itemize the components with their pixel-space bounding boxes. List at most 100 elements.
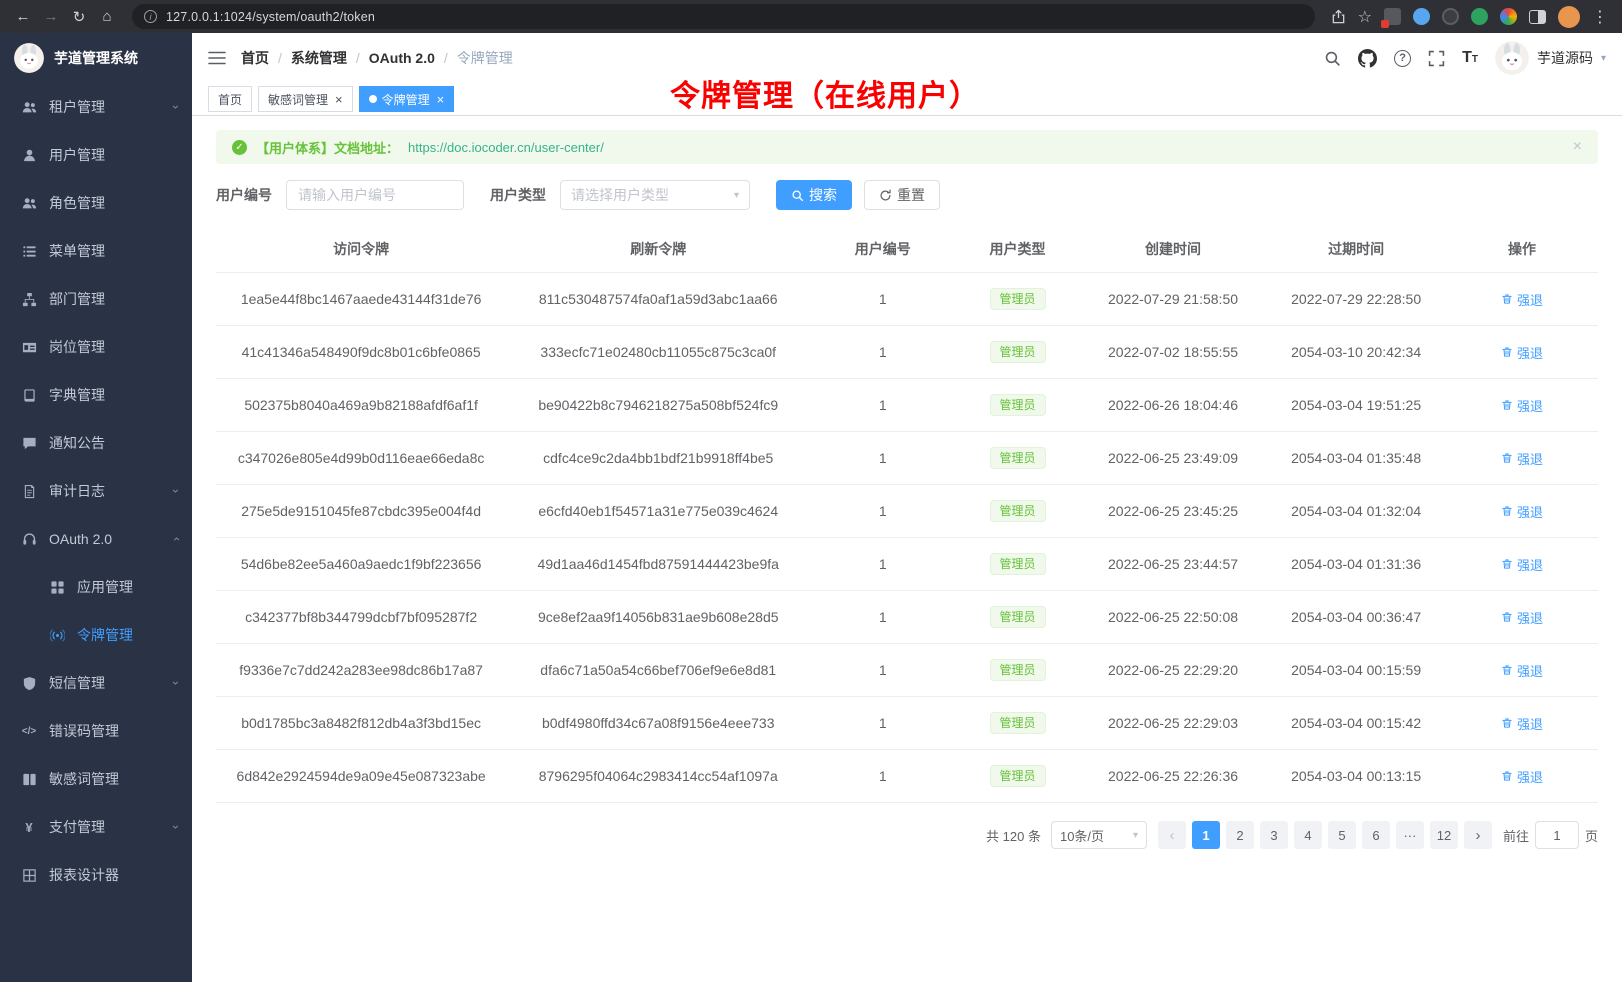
force-logout-button[interactable]: 强退 <box>1501 290 1543 309</box>
page-size-select[interactable]: 10条/页 ▾ <box>1051 821 1147 849</box>
force-logout-button[interactable]: 强退 <box>1501 767 1543 786</box>
extension-icon[interactable] <box>1413 8 1430 25</box>
breadcrumb-item[interactable]: OAuth 2.0 <box>369 50 435 66</box>
sidebar-item-label: OAuth 2.0 <box>49 531 163 547</box>
sidebar-item-report[interactable]: 报表设计器 <box>0 851 192 899</box>
tokens-table: 访问令牌刷新令牌用户编号用户类型创建时间过期时间操作 1ea5e44f8bc14… <box>216 226 1598 803</box>
doc-link[interactable]: https://doc.iocoder.cn/user-center/ <box>408 140 604 155</box>
force-logout-button[interactable]: 强退 <box>1501 661 1543 680</box>
create-time-cell: 2022-07-02 18:55:55 <box>1080 326 1267 379</box>
sidebar-item-user[interactable]: 用户管理 <box>0 131 192 179</box>
sidebar-item-oauth2[interactable]: OAuth 2.0› <box>0 515 192 563</box>
browser-reload-button[interactable]: ↻ <box>66 4 92 30</box>
create-time-cell: 2022-06-25 23:49:09 <box>1080 432 1267 485</box>
browser-home-button[interactable]: ⌂ <box>94 4 120 30</box>
page-button[interactable]: 4 <box>1294 821 1322 849</box>
site-info-icon[interactable]: i <box>144 10 157 23</box>
column-header: 用户编号 <box>810 226 955 273</box>
sidebar-item-pay[interactable]: ¥支付管理› <box>0 803 192 851</box>
close-icon[interactable]: × <box>437 93 445 106</box>
tab-1[interactable]: 敏感词管理× <box>258 86 353 112</box>
sidebar-item-oauth2-app[interactable]: 应用管理 <box>0 563 192 611</box>
sidebar-item-notice[interactable]: 通知公告 <box>0 419 192 467</box>
next-page-button[interactable]: › <box>1464 821 1492 849</box>
alert-close-icon[interactable]: × <box>1573 138 1582 156</box>
force-logout-button[interactable]: 强退 <box>1501 555 1543 574</box>
force-logout-button[interactable]: 强退 <box>1501 502 1543 521</box>
page-button[interactable]: 1 <box>1192 821 1220 849</box>
delete-icon <box>1501 717 1513 729</box>
user-type-cell: 管理员 <box>955 591 1079 644</box>
fullscreen-icon[interactable] <box>1428 50 1445 67</box>
book-icon <box>20 388 38 403</box>
sidebar-item-role[interactable]: 角色管理 <box>0 179 192 227</box>
goto-page-input[interactable] <box>1535 821 1579 849</box>
github-icon[interactable] <box>1358 49 1377 68</box>
extension-icon[interactable] <box>1500 8 1517 25</box>
font-size-icon[interactable]: TT <box>1462 49 1478 67</box>
user-type-badge: 管理员 <box>990 659 1046 681</box>
page-button[interactable]: 12 <box>1430 821 1458 849</box>
page-button[interactable]: 3 <box>1260 821 1288 849</box>
browser-profile-avatar[interactable] <box>1558 6 1580 28</box>
extension-icon[interactable] <box>1384 8 1401 25</box>
caret-down-icon: ▾ <box>1601 53 1606 64</box>
sidebar-item-oauth2-token[interactable]: 令牌管理 <box>0 611 192 659</box>
sidebar-item-menu[interactable]: 菜单管理 <box>0 227 192 275</box>
tab-0[interactable]: 首页 <box>208 86 252 112</box>
page-button[interactable]: 6 <box>1362 821 1390 849</box>
breadcrumb-item[interactable]: 系统管理 <box>291 48 347 68</box>
user-id-input[interactable] <box>286 180 464 210</box>
search-button[interactable]: 搜索 <box>776 180 852 210</box>
search-icon[interactable] <box>1324 50 1341 67</box>
browser-menu-icon[interactable]: ⋮ <box>1592 7 1608 27</box>
sidebar-item-sms[interactable]: 短信管理› <box>0 659 192 707</box>
breadcrumb-item[interactable]: 首页 <box>241 48 269 68</box>
sidebar-item-tenant[interactable]: 租户管理› <box>0 83 192 131</box>
create-time-cell: 2022-06-25 22:29:03 <box>1080 697 1267 750</box>
close-icon[interactable]: × <box>335 93 343 106</box>
success-check-icon: ✓ <box>232 140 247 155</box>
extension-icon[interactable] <box>1471 8 1488 25</box>
user-id-cell: 1 <box>810 432 955 485</box>
force-logout-button[interactable]: 强退 <box>1501 608 1543 627</box>
split-screen-icon[interactable] <box>1529 10 1546 24</box>
breadcrumb-separator: / <box>444 50 448 66</box>
chevron-down-icon: › <box>170 681 182 685</box>
force-logout-button[interactable]: 强退 <box>1501 714 1543 733</box>
user-type-select[interactable]: 请选择用户类型 ▾ <box>560 180 750 210</box>
user-menu[interactable]: 芋道源码 ▾ <box>1495 41 1606 75</box>
extension-icon[interactable] <box>1442 8 1459 25</box>
force-logout-button[interactable]: 强退 <box>1501 343 1543 362</box>
user-type-badge: 管理员 <box>990 288 1046 310</box>
sidebar-item-audit-log[interactable]: 审计日志› <box>0 467 192 515</box>
column-header: 用户类型 <box>955 226 1079 273</box>
sidebar-item-error-code[interactable]: </>错误码管理 <box>0 707 192 755</box>
help-icon[interactable]: ? <box>1394 50 1411 67</box>
sidebar-item-label: 菜单管理 <box>49 241 178 261</box>
force-logout-button[interactable]: 强退 <box>1501 396 1543 415</box>
browser-back-button[interactable]: ← <box>10 4 36 30</box>
sidebar-fold-icon[interactable] <box>208 50 226 66</box>
sidebar-item-sensitive-word[interactable]: 敏感词管理 <box>0 755 192 803</box>
user-id-cell: 1 <box>810 750 955 803</box>
force-logout-button[interactable]: 强退 <box>1501 449 1543 468</box>
sidebar-item-post[interactable]: 岗位管理 <box>0 323 192 371</box>
column-header: 刷新令牌 <box>506 226 810 273</box>
tab-2[interactable]: 令牌管理× <box>359 86 455 112</box>
user-type-cell: 管理员 <box>955 750 1079 803</box>
share-icon[interactable] <box>1331 9 1346 24</box>
reset-button[interactable]: 重置 <box>864 180 940 210</box>
expire-time-cell: 2054-03-04 01:31:36 <box>1266 538 1446 591</box>
sidebar-item-dept[interactable]: 部门管理 <box>0 275 192 323</box>
address-bar[interactable]: i 127.0.0.1:1024/system/oauth2/token <box>132 4 1315 29</box>
sidebar-item-label: 角色管理 <box>49 193 178 213</box>
pager-ellipsis[interactable]: ··· <box>1396 821 1424 849</box>
app-logo[interactable]: 芋道管理系统 <box>0 33 192 83</box>
page-button[interactable]: 5 <box>1328 821 1356 849</box>
sidebar-item-dict[interactable]: 字典管理 <box>0 371 192 419</box>
bookmark-star-icon[interactable]: ☆ <box>1358 7 1372 27</box>
browser-forward-button[interactable]: → <box>38 4 64 30</box>
prev-page-button[interactable]: ‹ <box>1158 821 1186 849</box>
page-button[interactable]: 2 <box>1226 821 1254 849</box>
